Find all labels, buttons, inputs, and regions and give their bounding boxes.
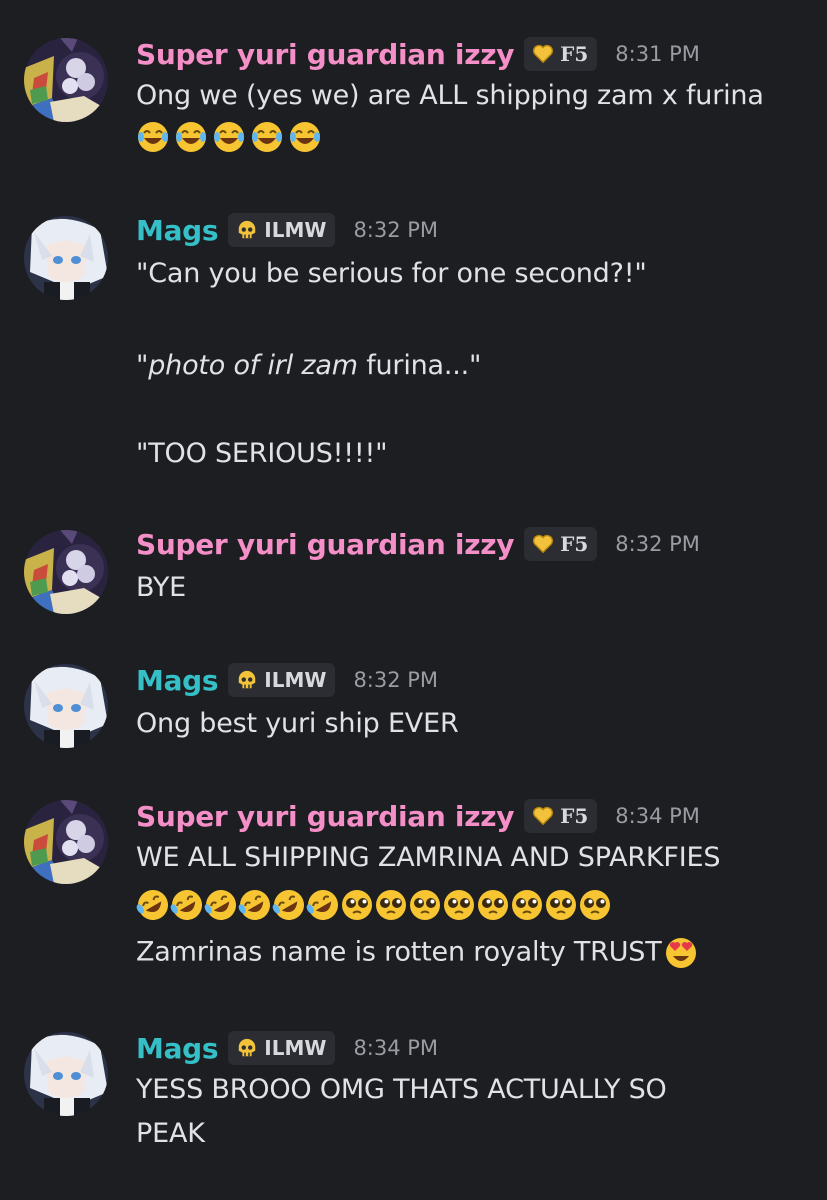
guild-tag[interactable]: F5 xyxy=(524,37,598,71)
timestamp: 8:34 PM xyxy=(353,1036,439,1060)
message-header: Super yuri guardian izzy F5 8:31 PM xyxy=(136,34,700,74)
username[interactable]: Super yuri guardian izzy xyxy=(136,528,514,561)
message-text: Ong we (yes we) are ALL shipping zam x f… xyxy=(136,80,764,111)
message-header: Mags ILMW 8:32 PM xyxy=(136,210,438,250)
avatar-izzy[interactable] xyxy=(24,800,108,884)
joy-emoji-icon xyxy=(212,120,246,154)
joy-emoji-icon xyxy=(250,120,284,154)
pleading-emoji-icon xyxy=(340,888,374,922)
guild-tag-text: ILMW xyxy=(264,1036,327,1060)
joy-emoji-icon xyxy=(174,120,208,154)
skull-icon xyxy=(239,670,256,689)
pleading-emoji-icon xyxy=(510,888,544,922)
pleading-emoji-icon xyxy=(374,888,408,922)
message-text: "photo of irl zam furina..." xyxy=(136,350,481,381)
italic-text: photo of irl zam xyxy=(148,350,358,381)
guild-tag[interactable]: F5 xyxy=(524,527,598,561)
emoji-row xyxy=(136,888,612,922)
guild-tag-text: ILMW xyxy=(264,668,327,692)
quote-rest: furina..." xyxy=(357,350,482,381)
rofl-emoji-icon xyxy=(272,888,306,922)
pleading-emoji-icon xyxy=(578,888,612,922)
emoji-row xyxy=(136,120,326,154)
rofl-emoji-icon xyxy=(136,888,170,922)
gold-heart-icon xyxy=(533,44,554,64)
username[interactable]: Mags xyxy=(136,664,219,697)
avatar-mags[interactable] xyxy=(24,664,108,748)
pleading-emoji-icon xyxy=(408,888,442,922)
message-header: Super yuri guardian izzy F5 8:32 PM xyxy=(136,524,700,564)
message-text: "TOO SERIOUS!!!!" xyxy=(136,438,388,469)
timestamp: 8:34 PM xyxy=(615,804,700,828)
gold-heart-icon xyxy=(533,534,554,554)
message-text: YESS BROOO OMG THATS ACTUALLY SO xyxy=(136,1074,667,1105)
quote-open: " xyxy=(136,350,149,381)
gold-heart-icon xyxy=(533,806,554,826)
message-header: Mags ILMW 8:34 PM xyxy=(136,1028,438,1068)
pleading-emoji-icon xyxy=(476,888,510,922)
guild-tag-text: F5 xyxy=(560,532,589,556)
avatar-mags[interactable] xyxy=(24,1032,108,1116)
username[interactable]: Super yuri guardian izzy xyxy=(136,800,514,833)
rofl-emoji-icon xyxy=(238,888,272,922)
joy-emoji-icon xyxy=(288,120,322,154)
username[interactable]: Mags xyxy=(136,1032,219,1065)
avatar-izzy[interactable] xyxy=(24,38,108,122)
message-text: Ong best yuri ship EVER xyxy=(136,708,459,739)
timestamp: 8:32 PM xyxy=(615,532,700,556)
username[interactable]: Super yuri guardian izzy xyxy=(136,38,514,71)
avatar-mags[interactable] xyxy=(24,216,108,300)
message-text: WE ALL SHIPPING ZAMRINA AND SPARKFIES xyxy=(136,842,721,873)
guild-tag-text: ILMW xyxy=(264,218,327,242)
timestamp: 8:32 PM xyxy=(353,668,439,692)
message-text: Zamrinas name is rotten royalty TRUST xyxy=(136,936,702,970)
skull-icon xyxy=(239,220,256,239)
guild-tag-text: F5 xyxy=(560,804,589,828)
guild-tag[interactable]: F5 xyxy=(524,799,598,833)
message-text: BYE xyxy=(136,572,186,603)
message-header: Mags ILMW 8:32 PM xyxy=(136,660,438,700)
guild-tag[interactable]: ILMW xyxy=(228,213,336,247)
guild-tag[interactable]: ILMW xyxy=(228,663,336,697)
skull-icon xyxy=(239,1038,256,1057)
rofl-emoji-icon xyxy=(306,888,340,922)
message-text-span: Zamrinas name is rotten royalty TRUST xyxy=(136,936,662,968)
joy-emoji-icon xyxy=(136,120,170,154)
guild-tag-text: F5 xyxy=(560,42,589,66)
timestamp: 8:31 PM xyxy=(615,42,700,66)
timestamp: 8:32 PM xyxy=(353,218,439,242)
guild-tag[interactable]: ILMW xyxy=(228,1031,336,1065)
message-text: "Can you be serious for one second?!" xyxy=(136,258,647,289)
heart-eyes-emoji-icon xyxy=(664,936,698,970)
pleading-emoji-icon xyxy=(442,888,476,922)
username[interactable]: Mags xyxy=(136,214,219,247)
avatar-izzy[interactable] xyxy=(24,530,108,614)
message-text: PEAK xyxy=(136,1118,205,1149)
pleading-emoji-icon xyxy=(544,888,578,922)
message-header: Super yuri guardian izzy F5 8:34 PM xyxy=(136,796,700,836)
rofl-emoji-icon xyxy=(170,888,204,922)
rofl-emoji-icon xyxy=(204,888,238,922)
